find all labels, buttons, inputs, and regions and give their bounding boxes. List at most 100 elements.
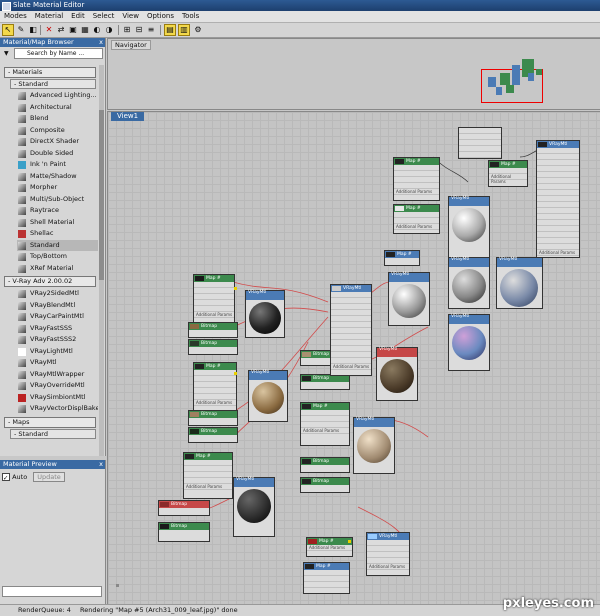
- menu-select[interactable]: Select: [89, 11, 119, 22]
- material-node[interactable]: VRayMtl: [376, 347, 418, 401]
- bitmap-node[interactable]: Bitmap: [188, 410, 238, 426]
- bitmap-node[interactable]: Bitmap: [300, 374, 350, 390]
- bitmap-node[interactable]: Map # Additional Params: [306, 537, 353, 557]
- node-socket[interactable]: [348, 540, 351, 543]
- node-socket[interactable]: [234, 287, 237, 290]
- zoom-corner-icon[interactable]: [116, 584, 119, 587]
- material-node[interactable]: VRayMtl: [448, 257, 490, 309]
- material-node[interactable]: VRayMtl: [448, 196, 490, 258]
- search-options-chevron-icon[interactable]: ▼: [4, 49, 13, 58]
- material-node[interactable]: VRayMtl: [448, 314, 490, 371]
- layout-children-icon[interactable]: ⊟: [134, 25, 144, 35]
- list-item[interactable]: Advanced Lighting...: [17, 90, 98, 102]
- material-node[interactable]: VRayMtl: [353, 417, 395, 474]
- material-node-params[interactable]: VRayMtl Additional Params: [330, 284, 372, 376]
- material-map-browser-icon[interactable]: ▤: [164, 24, 176, 36]
- bitmap-node[interactable]: Bitmap: [158, 500, 210, 516]
- select-by-material-icon[interactable]: ⚙: [193, 25, 203, 35]
- list-item[interactable]: XRef Material: [17, 263, 98, 275]
- bitmap-node[interactable]: Bitmap: [158, 522, 210, 542]
- show-background-icon[interactable]: ▦: [80, 25, 90, 35]
- update-button[interactable]: Update: [33, 472, 65, 482]
- assign-material-icon[interactable]: ◧: [28, 25, 38, 35]
- list-item[interactable]: Blend: [17, 113, 98, 125]
- list-item[interactable]: Composite: [17, 125, 98, 137]
- pick-material-icon[interactable]: ✎: [16, 25, 26, 35]
- map-node[interactable]: Map # Additional Params: [393, 204, 440, 234]
- show-map-icon[interactable]: ▣: [68, 25, 78, 35]
- menu-tools[interactable]: Tools: [178, 11, 203, 22]
- move-children-icon[interactable]: ⇄: [56, 25, 66, 35]
- map-node[interactable]: Map # Additional Params: [393, 157, 440, 201]
- preview-close-icon[interactable]: x: [99, 460, 103, 469]
- menu-options[interactable]: Options: [143, 11, 178, 22]
- standard-group[interactable]: - Standard: [10, 79, 96, 89]
- list-item[interactable]: VRayOverrideMtl: [17, 380, 98, 392]
- layout-all-icon[interactable]: ⊞: [122, 25, 132, 35]
- material-node-params[interactable]: VRayMtl Additional Params: [366, 532, 410, 576]
- list-item[interactable]: Raytrace: [17, 205, 98, 217]
- list-item[interactable]: VRayMtlWrapper: [17, 369, 98, 381]
- list-item[interactable]: VRayLightMtl: [17, 346, 98, 358]
- show-end-result-icon[interactable]: ◐: [92, 25, 102, 35]
- node-socket[interactable]: [234, 372, 237, 375]
- auto-checkbox[interactable]: ✓: [2, 473, 10, 482]
- hide-slots-icon[interactable]: ≡: [146, 25, 156, 35]
- bitmap-node[interactable]: Bitmap: [300, 457, 350, 473]
- list-item[interactable]: VRayFastSSS2: [17, 334, 98, 346]
- view-canvas[interactable]: View1 Map # Additional Params Bitmap Bit…: [107, 111, 600, 606]
- material-node[interactable]: VRayMtl: [388, 272, 430, 326]
- map-node[interactable]: Map # Additional Params: [488, 160, 528, 187]
- list-item[interactable]: Matte/Shadow: [17, 171, 98, 183]
- bitmap-node[interactable]: Bitmap: [188, 339, 238, 355]
- vray-group[interactable]: - V-Ray Adv 2.00.02: [4, 276, 96, 287]
- map-node[interactable]: Map #: [303, 562, 350, 594]
- material-node-params[interactable]: VRayMtl Additional Params: [536, 140, 580, 258]
- list-item[interactable]: VRayVectorDisplBake: [17, 403, 98, 415]
- list-item[interactable]: Morpher: [17, 182, 98, 194]
- list-item[interactable]: VRayCarPaintMtl: [17, 311, 98, 323]
- bitmap-node[interactable]: Bitmap: [188, 322, 238, 338]
- map-node[interactable]: Map # Additional Params: [193, 362, 237, 414]
- bitmap-node[interactable]: Bitmap: [188, 427, 238, 443]
- map-node[interactable]: Map # Additional Params: [193, 274, 235, 326]
- maps-group[interactable]: - Maps: [4, 416, 96, 428]
- list-item[interactable]: Ink 'n Paint: [17, 159, 98, 171]
- list-item[interactable]: VRaySimbiontMtl: [17, 392, 98, 404]
- menu-edit[interactable]: Edit: [67, 11, 89, 22]
- list-item[interactable]: VRayFastSSS: [17, 323, 98, 335]
- list-item[interactable]: Shellac: [17, 228, 98, 240]
- list-item[interactable]: Top/Bottom: [17, 251, 98, 263]
- maps-standard-group[interactable]: - Standard: [10, 428, 96, 439]
- material-node[interactable]: VRayMtl: [248, 370, 288, 422]
- browser-scrollbar[interactable]: [99, 65, 104, 456]
- select-tool-icon[interactable]: ↖: [2, 24, 14, 36]
- map-node[interactable]: Map # Additional Params: [300, 402, 350, 446]
- material-node-params[interactable]: Map #: [384, 250, 420, 266]
- material-node[interactable]: VRayMtl: [233, 477, 275, 537]
- parameter-editor-icon[interactable]: ▥: [178, 24, 190, 36]
- map-node[interactable]: Map # Additional Params: [183, 452, 233, 499]
- materials-group[interactable]: - Materials: [4, 67, 96, 78]
- menu-material[interactable]: Material: [31, 11, 67, 22]
- list-item[interactable]: Double Sided: [17, 148, 98, 160]
- scrollbar-thumb[interactable]: [99, 110, 104, 280]
- list-item[interactable]: VRay2SidedMtl: [17, 288, 98, 300]
- preview-dropdown[interactable]: [2, 586, 102, 597]
- list-item[interactable]: Standard: [17, 239, 98, 251]
- list-item[interactable]: Multi/Sub-Object: [17, 194, 98, 206]
- material-id-icon[interactable]: ◑: [104, 25, 114, 35]
- list-item[interactable]: Shell Material: [17, 217, 98, 229]
- delete-icon[interactable]: ✕: [44, 25, 54, 35]
- list-item[interactable]: DirectX Shader: [17, 136, 98, 148]
- list-item[interactable]: VRayBlendMtl: [17, 300, 98, 312]
- menu-view[interactable]: View: [118, 11, 143, 22]
- browser-search-input[interactable]: Search by Name ... ▼: [4, 48, 103, 59]
- browser-close-icon[interactable]: x: [99, 38, 103, 47]
- material-node[interactable]: VRayMtl: [245, 290, 285, 338]
- material-node-params[interactable]: [458, 127, 502, 159]
- menu-modes[interactable]: Modes: [0, 11, 31, 22]
- material-node[interactable]: VRayMtl: [496, 257, 543, 309]
- list-item[interactable]: Architectural: [17, 102, 98, 114]
- bitmap-node[interactable]: Bitmap: [300, 477, 350, 493]
